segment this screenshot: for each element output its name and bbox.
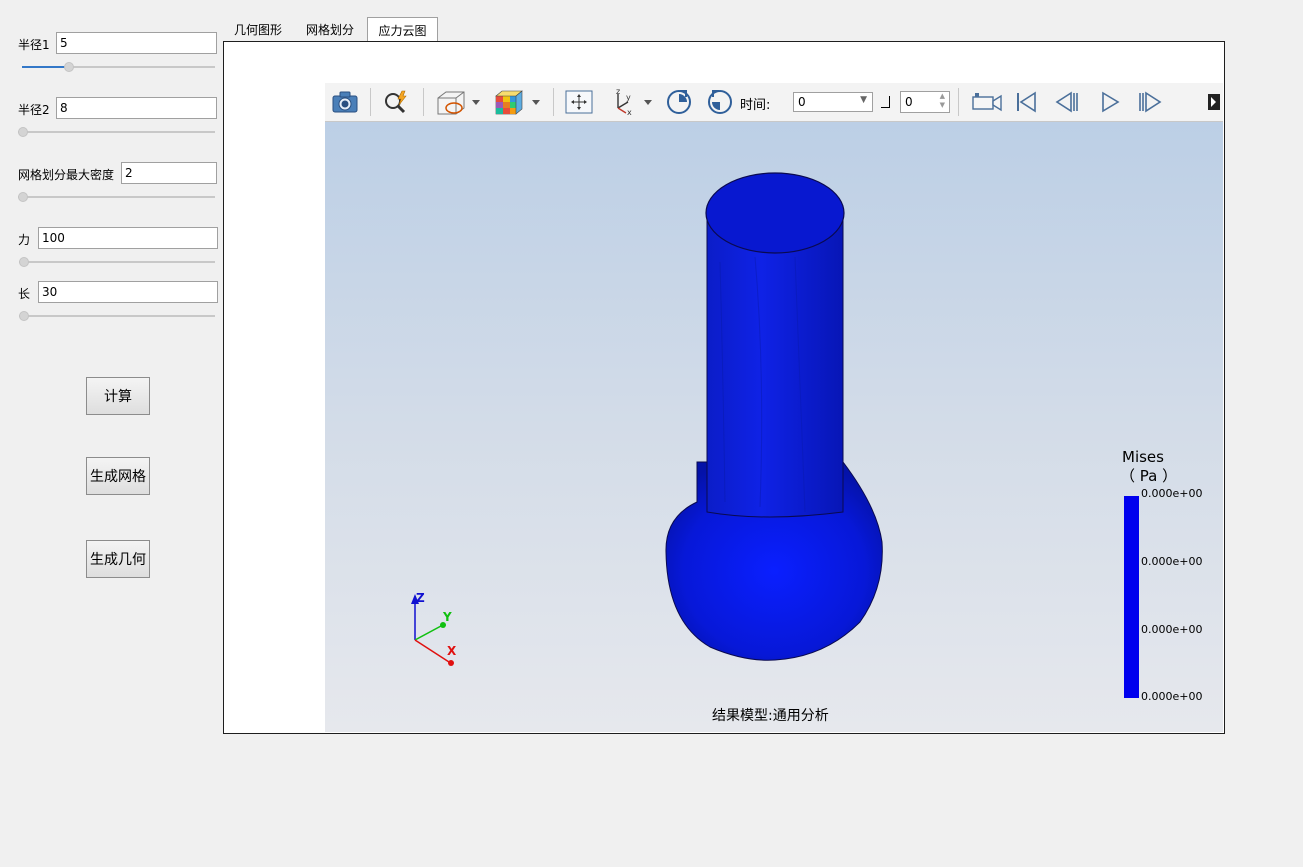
force-slider[interactable] bbox=[19, 256, 215, 268]
fit-view-icon[interactable] bbox=[562, 87, 596, 117]
video-camera-icon[interactable] bbox=[969, 87, 1005, 117]
length-input[interactable] bbox=[38, 281, 218, 303]
axis-x-label: X bbox=[447, 644, 457, 658]
svg-text:z: z bbox=[616, 88, 620, 96]
model-canvas: Z Y X bbox=[411, 172, 883, 666]
next-frame-icon[interactable] bbox=[1135, 87, 1165, 117]
axis-z-label: Z bbox=[416, 591, 425, 605]
stress-model bbox=[665, 172, 883, 661]
legend-value: 0.000e+00 bbox=[1141, 555, 1203, 568]
legend-color-bar bbox=[1124, 496, 1139, 698]
radius1-input[interactable] bbox=[56, 32, 217, 54]
chevron-down-icon: ▼ bbox=[860, 95, 867, 105]
length-label: 长 bbox=[18, 287, 31, 301]
radius2-input[interactable] bbox=[56, 97, 217, 119]
radius1-slider-handle[interactable] bbox=[64, 62, 74, 72]
axis-y-label: Y bbox=[442, 610, 452, 624]
zoom-search-icon[interactable] bbox=[379, 87, 413, 117]
mesh-density-input[interactable] bbox=[121, 162, 217, 184]
tab-mesh[interactable]: 网格划分 bbox=[295, 17, 365, 41]
radius2-slider-handle[interactable] bbox=[18, 127, 28, 137]
legend-value: 0.000e+00 bbox=[1141, 690, 1203, 703]
length-slider-handle[interactable] bbox=[19, 311, 29, 321]
generate-geometry-button[interactable]: 生成几何 bbox=[86, 540, 150, 578]
tab-stress-contour[interactable]: 应力云图 bbox=[367, 17, 438, 42]
mesh-density-slider-handle[interactable] bbox=[18, 192, 28, 202]
force-slider-handle[interactable] bbox=[19, 257, 29, 267]
mesh-density-label: 网格划分最大密度 bbox=[18, 168, 115, 182]
legend-unit: （ Pa ） bbox=[1120, 467, 1178, 485]
step-icon bbox=[881, 96, 890, 108]
result-model-caption: 结果模型:通用分析 bbox=[712, 708, 829, 724]
mesh-density-slider[interactable] bbox=[18, 191, 215, 203]
time-label: 时间: bbox=[740, 98, 771, 113]
svg-text:x: x bbox=[627, 108, 632, 116]
legend-title: Mises bbox=[1122, 448, 1164, 466]
stress-viewport[interactable]: Z Y X Mises （ Pa ） 0.000e+00 0.000e+00 0… bbox=[325, 122, 1223, 732]
radius2-label: 半径2 bbox=[18, 103, 50, 117]
radius1-label: 半径1 bbox=[18, 38, 50, 52]
legend-value: 0.000e+00 bbox=[1141, 487, 1203, 500]
generate-mesh-button[interactable]: 生成网格 bbox=[86, 457, 150, 495]
step-spinbox-value: 0 bbox=[905, 95, 913, 109]
step-spinbox[interactable]: 0 ▲ ▼ bbox=[900, 91, 950, 113]
svg-text:y: y bbox=[626, 93, 631, 102]
length-slider[interactable] bbox=[19, 310, 215, 322]
previous-frame-icon[interactable] bbox=[1052, 87, 1082, 117]
axis-view-icon[interactable]: zyx bbox=[607, 87, 657, 117]
viewer-toolbar: zyx 时间: 0 ▼ 0 ▲ ▼ bbox=[325, 83, 1223, 122]
first-frame-icon[interactable] bbox=[1011, 87, 1041, 117]
time-select-value: 0 bbox=[798, 95, 806, 109]
axis-triad: Z Y X bbox=[411, 591, 457, 666]
calculate-button[interactable]: 计算 bbox=[86, 377, 150, 415]
force-input[interactable] bbox=[38, 227, 218, 249]
spin-arrows-icon[interactable]: ▲ ▼ bbox=[940, 92, 945, 110]
tab-geometry[interactable]: 几何图形 bbox=[223, 17, 293, 41]
rotate-ccw-icon[interactable] bbox=[703, 87, 737, 117]
force-label: 力 bbox=[18, 233, 31, 247]
radius1-slider[interactable] bbox=[22, 61, 215, 73]
camera-icon[interactable] bbox=[328, 87, 362, 117]
rotate-cw-icon[interactable] bbox=[662, 87, 696, 117]
color-cube-icon[interactable] bbox=[491, 87, 543, 117]
toolbar-expand-icon[interactable] bbox=[1207, 87, 1221, 117]
radius2-slider[interactable] bbox=[18, 126, 215, 138]
time-select[interactable]: 0 ▼ bbox=[793, 92, 873, 112]
display-mode-icon[interactable] bbox=[433, 87, 483, 117]
play-icon[interactable] bbox=[1095, 87, 1125, 117]
legend-value: 0.000e+00 bbox=[1141, 623, 1203, 636]
